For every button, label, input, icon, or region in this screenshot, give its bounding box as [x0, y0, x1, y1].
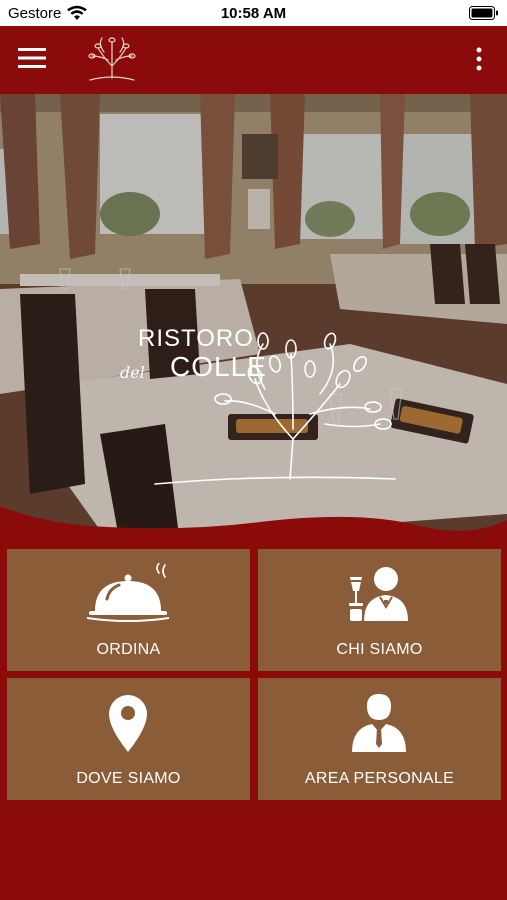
order-tile-label: ORDINA	[96, 641, 161, 658]
status-bar: Gestore 10:58 AM	[0, 0, 507, 26]
wave-divider	[0, 506, 507, 550]
about-us-tile-label: CHI SIAMO	[336, 641, 423, 658]
cloche-icon	[87, 563, 169, 622]
hero-banner: RISTORO del COLLE	[0, 94, 507, 544]
order-tile[interactable]: ORDINA	[7, 549, 250, 671]
personal-area-tile-label: AREA PERSONALE	[304, 770, 455, 787]
app-bar	[0, 26, 507, 94]
brand-name-colle: COLLE	[170, 351, 267, 382]
person-icon	[352, 694, 406, 752]
about-us-tile[interactable]: CHI SIAMO	[258, 549, 501, 671]
brand-name-ristoro: RISTORO	[138, 325, 254, 352]
location-tile[interactable]: DOVE SIAMO	[7, 678, 250, 800]
waiter-icon	[349, 567, 408, 621]
vertical-dots-icon[interactable]	[473, 46, 485, 72]
location-pin-icon	[109, 695, 147, 752]
location-tile-label: DOVE SIAMO	[76, 770, 181, 787]
personal-area-tile[interactable]: AREA PERSONALE	[258, 678, 501, 800]
brand-name-del: del	[120, 363, 145, 382]
tree-logo-icon	[88, 37, 136, 81]
clock: 10:58 AM	[220, 5, 287, 22]
battery-icon	[469, 6, 498, 20]
hamburger-menu-icon[interactable]	[18, 46, 46, 70]
